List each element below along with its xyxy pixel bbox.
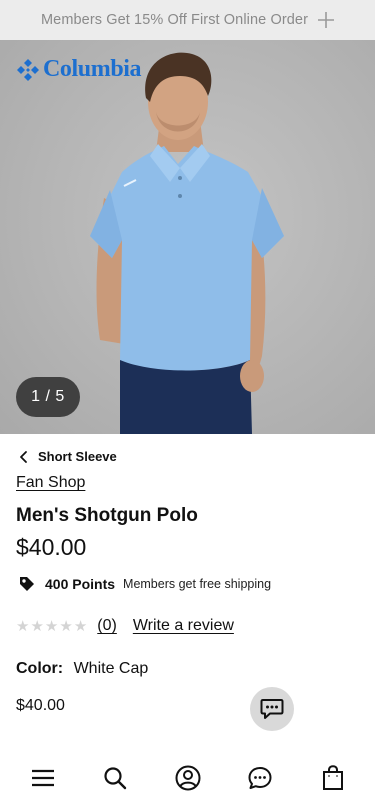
rating-row: ★ ★ ★ ★ ★ (0) Write a review bbox=[16, 617, 234, 635]
bottom-nav bbox=[0, 752, 375, 812]
promo-text: Members Get 15% Off First Online Order bbox=[40, 12, 309, 28]
star-icon: ★ bbox=[59, 617, 73, 635]
color-label: Color: bbox=[16, 660, 64, 677]
breadcrumb-label: Short Sleeve bbox=[38, 449, 117, 464]
account-icon bbox=[175, 765, 201, 791]
nav-menu-button[interactable] bbox=[28, 763, 58, 793]
product-price: $40.00 bbox=[16, 534, 87, 560]
tag-icon bbox=[20, 577, 34, 591]
product-image-gallery[interactable]: Columbia 1 / 5 bbox=[0, 40, 375, 434]
search-icon bbox=[104, 767, 127, 790]
product-name: Men's Shotgun Polo bbox=[16, 505, 198, 526]
plus-icon[interactable] bbox=[317, 11, 335, 29]
write-review-link[interactable]: Write a review bbox=[133, 617, 234, 635]
nav-account-button[interactable] bbox=[173, 763, 203, 793]
shipping-note: Members get free shipping bbox=[123, 577, 272, 591]
review-count-link[interactable]: (0) bbox=[97, 617, 117, 635]
rewards-row: 400 Points Members get free shipping bbox=[18, 575, 271, 593]
columbia-diamond-icon bbox=[17, 58, 39, 81]
breadcrumb[interactable]: Short Sleeve bbox=[18, 449, 117, 464]
logo-text: Columbia bbox=[43, 56, 142, 82]
columbia-logo[interactable]: Columbia bbox=[16, 56, 142, 83]
color-row: Color: White Cap bbox=[16, 660, 148, 678]
shopping-bag-icon bbox=[323, 765, 343, 790]
nav-search-button[interactable] bbox=[100, 763, 130, 793]
menu-icon bbox=[32, 769, 54, 787]
chat-icon bbox=[248, 767, 272, 789]
star-icon: ★ bbox=[30, 617, 44, 635]
gallery-pager: 1 / 5 bbox=[16, 377, 80, 417]
points-value: 400 Points bbox=[45, 576, 116, 592]
nav-chat-button[interactable] bbox=[245, 763, 275, 793]
brand-link[interactable]: Fan Shop bbox=[16, 474, 85, 492]
star-rating: ★ ★ ★ ★ ★ bbox=[16, 619, 87, 634]
promo-banner[interactable]: Members Get 15% Off First Online Order bbox=[0, 0, 375, 40]
chat-button[interactable] bbox=[250, 687, 294, 731]
variant-price: $40.00 bbox=[16, 697, 65, 714]
star-icon: ★ bbox=[16, 617, 30, 635]
chat-bubble-icon bbox=[260, 699, 284, 719]
star-icon: ★ bbox=[44, 617, 59, 635]
star-icon: ★ bbox=[73, 617, 88, 635]
product-photo bbox=[90, 52, 284, 434]
nav-bag-button[interactable] bbox=[318, 763, 348, 793]
chevron-left-icon bbox=[20, 450, 27, 463]
color-value: White Cap bbox=[73, 660, 149, 677]
